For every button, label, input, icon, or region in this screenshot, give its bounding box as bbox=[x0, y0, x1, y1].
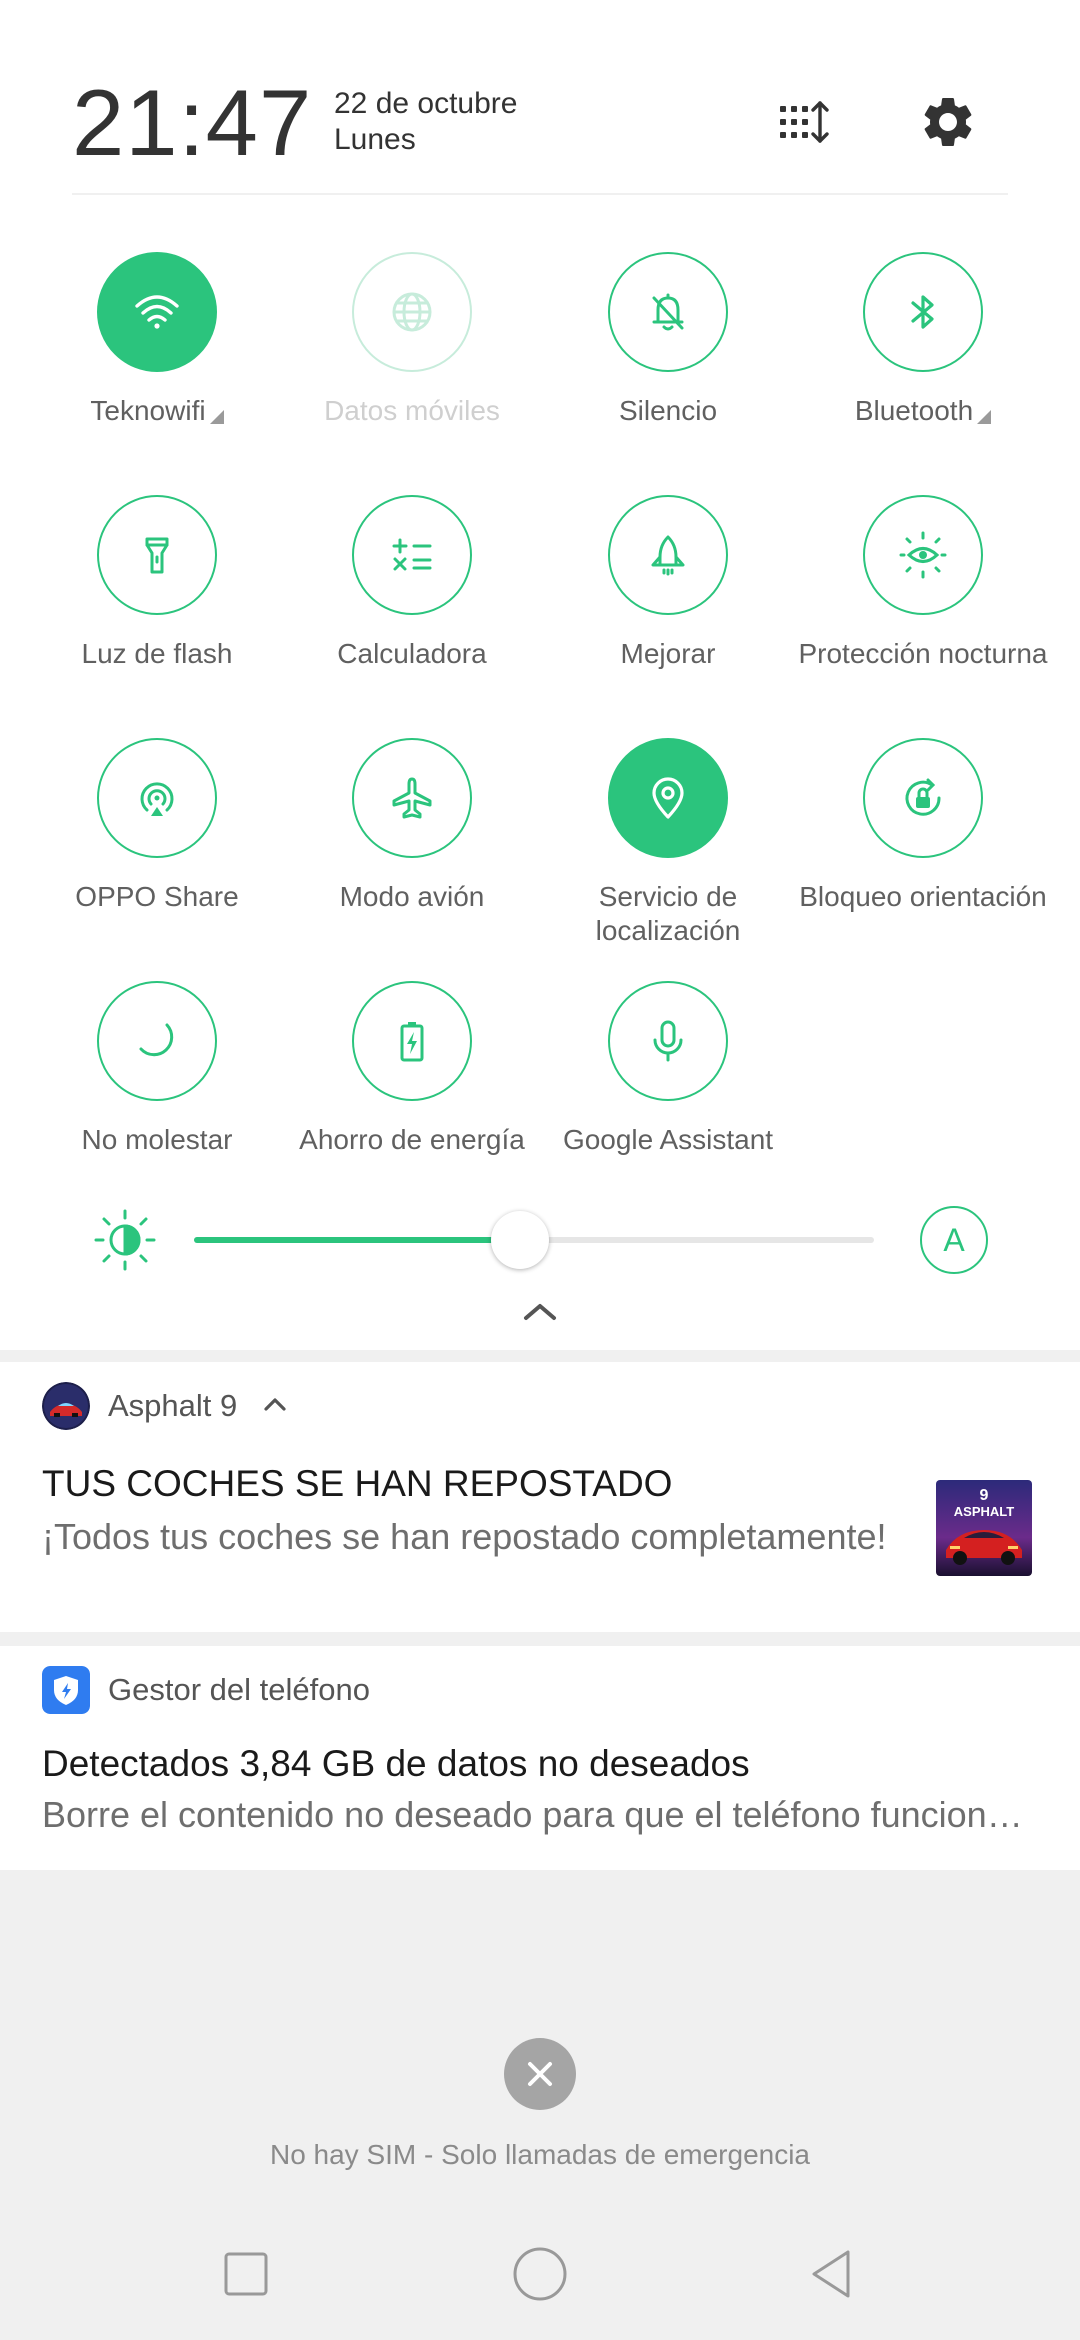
tile-rotation-lock[interactable]: Bloqueo orientación bbox=[795, 738, 1051, 938]
navigation-bar bbox=[0, 2200, 1080, 2340]
flashlight-icon bbox=[97, 495, 217, 615]
quick-settings-panel: 21:47 22 de octubre Lunes Teknowifi Dato… bbox=[0, 0, 1080, 1350]
tile-bluetooth[interactable]: Bluetooth bbox=[795, 252, 1051, 452]
notification-title: Detectados 3,84 GB de datos no deseados bbox=[42, 1743, 750, 1784]
battery-saver-icon bbox=[352, 981, 472, 1101]
tile-boost[interactable]: Mejorar bbox=[540, 495, 796, 695]
tile-do-not-disturb[interactable]: No molestar bbox=[29, 981, 285, 1181]
bluetooth-menu-indicator bbox=[977, 410, 992, 424]
tile-label-flashlight: Luz de flash bbox=[81, 638, 233, 669]
rocket-icon bbox=[608, 495, 728, 615]
tile-label-oppo-share: OPPO Share bbox=[75, 881, 239, 912]
airplane-icon bbox=[352, 738, 472, 858]
tile-label-calculator: Calculadora bbox=[337, 638, 487, 669]
clock: 21:47 bbox=[72, 70, 313, 175]
tile-mobile-data[interactable]: Datos móviles bbox=[284, 252, 540, 452]
header-divider bbox=[72, 193, 1008, 195]
tile-label-do-not-disturb: No molestar bbox=[81, 1124, 233, 1155]
tile-label-airplane-mode: Modo avión bbox=[339, 881, 485, 912]
rotation-lock-icon bbox=[863, 738, 983, 858]
notification-app-name: Asphalt 9 bbox=[108, 1388, 238, 1423]
tile-oppo-share[interactable]: OPPO Share bbox=[29, 738, 285, 938]
tile-google-assistant[interactable]: Google Assistant bbox=[540, 981, 796, 1181]
tile-label-mobile-data: Datos móviles bbox=[324, 395, 500, 426]
tile-label-location: Servicio de localización bbox=[595, 881, 741, 946]
wifi-icon bbox=[97, 252, 217, 372]
tile-wifi[interactable]: Teknowifi bbox=[29, 252, 285, 452]
notification-app-name: Gestor del teléfono bbox=[108, 1672, 370, 1707]
brightness-slider-fill bbox=[194, 1237, 521, 1243]
globe-icon bbox=[352, 252, 472, 372]
auto-brightness-label: A bbox=[943, 1221, 965, 1258]
tile-location[interactable]: Servicio de localización bbox=[540, 738, 796, 946]
notification-phone-manager[interactable]: Gestor del teléfono Detectados 3,84 GB d… bbox=[0, 1646, 1080, 1870]
phone-manager-shield-icon bbox=[42, 1666, 90, 1714]
eye-comfort-icon bbox=[863, 495, 983, 615]
recent-apps-icon[interactable] bbox=[216, 2244, 276, 2304]
close-icon bbox=[528, 2062, 552, 2086]
thumbnail-number: 9 bbox=[980, 1487, 989, 1504]
brightness-slider[interactable] bbox=[194, 1211, 874, 1269]
tile-label-bluetooth: Bluetooth bbox=[795, 394, 1051, 428]
brightness-row: A bbox=[0, 1190, 1080, 1290]
tile-airplane-mode[interactable]: Modo avión bbox=[284, 738, 540, 938]
bluetooth-icon bbox=[863, 252, 983, 372]
chevron-up-icon[interactable] bbox=[262, 1394, 288, 1414]
tile-label-boost: Mejorar bbox=[620, 638, 716, 669]
tile-battery-saver[interactable]: Ahorro de energía bbox=[284, 981, 540, 1181]
collapse-chevron-icon[interactable] bbox=[516, 1296, 564, 1326]
auto-brightness-button[interactable]: A bbox=[920, 1206, 988, 1274]
date-text: 22 de octubre bbox=[334, 87, 518, 120]
notification-text: Borre el contenido no deseado para que e… bbox=[42, 1794, 1042, 1835]
location-pin-icon bbox=[608, 738, 728, 858]
asphalt-thumbnail: 9 ASPHALT bbox=[936, 1480, 1032, 1576]
tile-flashlight[interactable]: Luz de flash bbox=[29, 495, 285, 695]
home-icon[interactable] bbox=[510, 2244, 570, 2304]
tile-label-wifi: Teknowifi bbox=[29, 394, 285, 428]
tile-silent[interactable]: Silencio bbox=[540, 252, 796, 452]
clear-notifications-button[interactable] bbox=[504, 2038, 576, 2110]
wifi-menu-indicator bbox=[209, 410, 224, 424]
microphone-icon bbox=[608, 981, 728, 1101]
edit-tiles-icon[interactable] bbox=[774, 92, 834, 152]
brightness-sun-icon bbox=[92, 1207, 158, 1273]
moon-icon bbox=[97, 981, 217, 1101]
tile-calculator[interactable]: Calculadora bbox=[284, 495, 540, 695]
back-icon[interactable] bbox=[804, 2244, 864, 2304]
brightness-slider-thumb[interactable] bbox=[491, 1211, 550, 1269]
tile-label-rotation-lock: Bloqueo orientación bbox=[799, 881, 1047, 912]
day-text: Lunes bbox=[334, 123, 416, 156]
bell-off-icon bbox=[608, 252, 728, 372]
tile-label-night-protection: Protección nocturna bbox=[798, 638, 1048, 669]
thumbnail-title: ASPHALT bbox=[954, 1504, 1014, 1519]
quick-settings-header: 21:47 22 de octubre Lunes bbox=[0, 0, 1080, 195]
tile-label-silent: Silencio bbox=[618, 395, 718, 426]
notification-text: ¡Todos tus coches se han repostado compl… bbox=[42, 1516, 887, 1557]
tile-night-protection[interactable]: Protección nocturna bbox=[795, 495, 1051, 695]
tile-label-battery-saver: Ahorro de energía bbox=[299, 1124, 525, 1155]
notification-asphalt[interactable]: Asphalt 9 TUS COCHES SE HAN REPOSTADO ¡T… bbox=[0, 1362, 1080, 1632]
asphalt-app-icon bbox=[42, 1382, 90, 1430]
sim-status-text: No hay SIM - Solo llamadas de emergencia bbox=[269, 2139, 811, 2170]
notification-title: TUS COCHES SE HAN REPOSTADO bbox=[42, 1463, 673, 1504]
tile-label-google-assistant: Google Assistant bbox=[562, 1124, 774, 1155]
date-block: 22 de octubre Lunes bbox=[334, 86, 517, 158]
share-target-icon bbox=[97, 738, 217, 858]
settings-gear-icon[interactable] bbox=[918, 92, 978, 152]
notification-shade: 21:47 22 de octubre Lunes Teknowifi Dato… bbox=[0, 0, 1080, 2340]
calculator-icon bbox=[352, 495, 472, 615]
